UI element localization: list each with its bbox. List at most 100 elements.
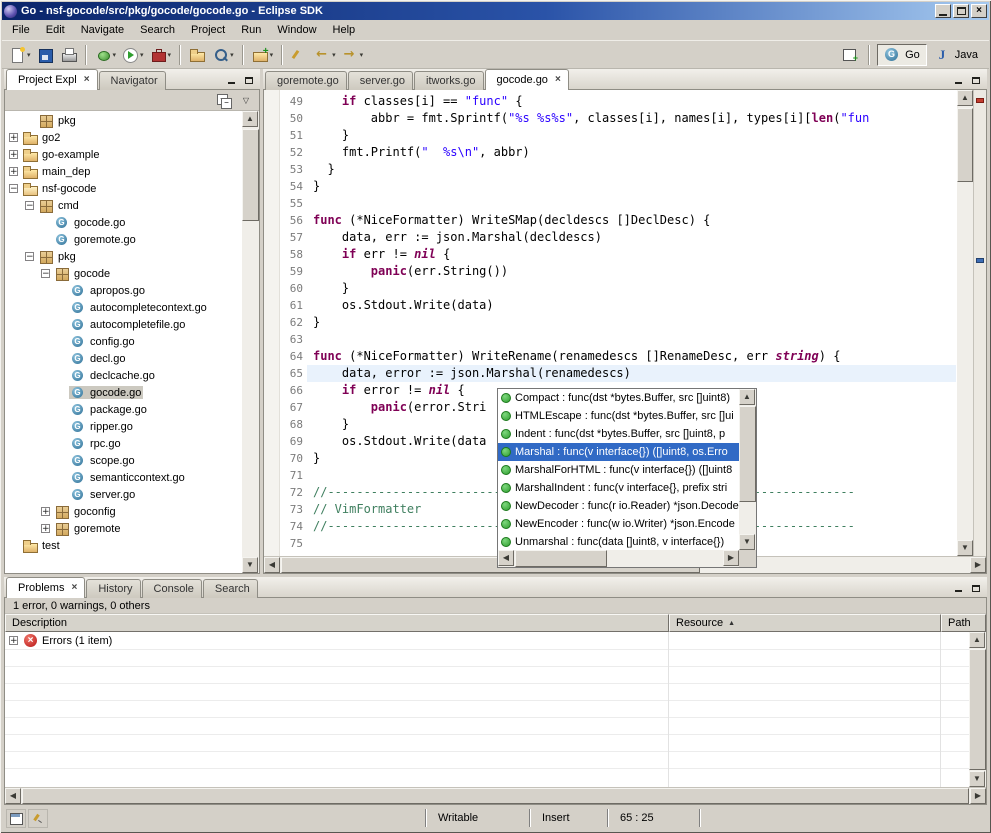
expand-icon[interactable]: + xyxy=(9,167,18,176)
column-header-description[interactable]: Description xyxy=(5,614,669,632)
titlebar[interactable]: Go - nsf-gocode/src/pkg/gocode/gocode.go… xyxy=(2,2,989,20)
tree-item-apropos-go[interactable]: apropos.go xyxy=(5,282,242,299)
dropdown-arrow-icon[interactable]: ▾ xyxy=(168,51,172,59)
fast-view-button[interactable] xyxy=(6,809,26,828)
tree-item-gocode-go[interactable]: gocode.go xyxy=(5,384,242,401)
autocomplete-item[interactable]: MarshalIndent : func(v interface{}, pref… xyxy=(498,479,739,497)
scrollbar-thumb[interactable] xyxy=(969,649,986,770)
tree-item-server-go[interactable]: server.go xyxy=(5,486,242,503)
menu-run[interactable]: Run xyxy=(233,21,269,39)
dropdown-arrow-icon[interactable]: ▾ xyxy=(113,51,117,59)
dropdown-arrow-icon[interactable]: ▾ xyxy=(230,51,234,59)
editor-tab-itworks-go[interactable]: itworks.go xyxy=(414,71,484,90)
tree-item-pkg[interactable]: pkg xyxy=(5,112,242,129)
menu-help[interactable]: Help xyxy=(325,21,364,39)
tree-item-autocompletecontext-go[interactable]: autocompletecontext.go xyxy=(5,299,242,316)
column-header-resource[interactable]: Resource▲ xyxy=(669,614,941,632)
tree-item-nsf-gocode[interactable]: −nsf-gocode xyxy=(5,180,242,197)
tree-item-gocode-go[interactable]: gocode.go xyxy=(5,214,242,231)
search-button[interactable]: ▾ xyxy=(209,44,237,66)
pin-editor-button[interactable] xyxy=(28,809,48,828)
perspective-go[interactable]: Go xyxy=(877,44,927,66)
tree-item-gocode[interactable]: −gocode xyxy=(5,265,242,282)
tree-item-goremote[interactable]: +goremote xyxy=(5,520,242,537)
open-resource-button[interactable] xyxy=(186,44,209,66)
maximize-button[interactable] xyxy=(953,4,969,18)
back-button[interactable]: ▾ xyxy=(311,44,339,66)
view-tab-project-expl[interactable]: Project Expl× xyxy=(6,69,98,90)
dropdown-arrow-icon[interactable]: ▾ xyxy=(332,51,336,59)
tree-item-scope-go[interactable]: scope.go xyxy=(5,452,242,469)
overview-ruler[interactable] xyxy=(973,90,986,556)
problems-horizontal-scrollbar[interactable]: ◀ ▶ xyxy=(5,787,986,804)
view-tab-search[interactable]: Search xyxy=(203,579,258,598)
view-tab-problems[interactable]: Problems× xyxy=(6,577,85,598)
tree-item-test[interactable]: test xyxy=(5,537,242,554)
problems-row[interactable]: +Errors (1 item) xyxy=(5,632,969,650)
autocomplete-item[interactable]: Indent : func(dst *bytes.Buffer, src []u… xyxy=(498,425,739,443)
editor-tab-gocode-go[interactable]: gocode.go× xyxy=(485,69,569,90)
expand-icon[interactable]: + xyxy=(9,150,18,159)
tree-item-package-go[interactable]: package.go xyxy=(5,401,242,418)
view-tab-console[interactable]: Console xyxy=(142,579,202,598)
dropdown-arrow-icon[interactable]: ▾ xyxy=(270,51,274,59)
tree-item-ripper-go[interactable]: ripper.go xyxy=(5,418,242,435)
scrollbar-thumb[interactable] xyxy=(242,129,259,221)
autocomplete-item[interactable]: MarshalForHTML : func(v interface{}) ([]… xyxy=(498,461,739,479)
view-menu-button[interactable]: ▽ xyxy=(237,92,255,109)
save-button[interactable] xyxy=(34,44,57,66)
line-number-ruler[interactable]: 4950515253545556575859606162636465666768… xyxy=(281,90,307,556)
tree-item-cmd[interactable]: −cmd xyxy=(5,197,242,214)
autocomplete-item[interactable]: Compact : func(dst *bytes.Buffer, src []… xyxy=(498,389,739,407)
dropdown-arrow-icon[interactable]: ▾ xyxy=(140,51,144,59)
close-tab-icon[interactable]: × xyxy=(555,75,561,85)
dropdown-arrow-icon[interactable]: ▾ xyxy=(27,51,31,59)
dropdown-arrow-icon[interactable]: ▾ xyxy=(360,51,364,59)
minimize-editor-button[interactable] xyxy=(949,72,967,88)
tree-item-autocompletefile-go[interactable]: autocompletefile.go xyxy=(5,316,242,333)
expand-icon[interactable]: + xyxy=(9,636,18,645)
maximize-problems-button[interactable] xyxy=(967,580,985,596)
autocomplete-horizontal-scrollbar[interactable]: ◀ ▶ xyxy=(498,550,739,567)
debug-button[interactable]: ▾ xyxy=(92,44,120,66)
scrollbar-thumb[interactable] xyxy=(22,788,969,804)
print-button[interactable] xyxy=(57,44,80,66)
view-tab-navigator[interactable]: Navigator xyxy=(99,71,166,90)
autocomplete-item[interactable]: NewDecoder : func(r io.Reader) *json.Dec… xyxy=(498,497,739,515)
run-button[interactable]: ▾ xyxy=(119,44,147,66)
menu-file[interactable]: File xyxy=(4,21,38,39)
expand-icon[interactable]: + xyxy=(9,133,18,142)
autocomplete-item[interactable]: Unmarshal : func(data []uint8, v interfa… xyxy=(498,533,739,550)
tree-vertical-scrollbar[interactable]: ▲ ▼ xyxy=(242,111,259,573)
editor-tab-goremote-go[interactable]: goremote.go xyxy=(265,71,347,90)
external-tools-button[interactable]: ▾ xyxy=(147,44,175,66)
tree-item-decl-go[interactable]: decl.go xyxy=(5,350,242,367)
new-package-button[interactable]: ▾ xyxy=(249,44,277,66)
minimize-view-button[interactable] xyxy=(222,72,240,88)
autocomplete-item[interactable]: HTMLEscape : func(dst *bytes.Buffer, src… xyxy=(498,407,739,425)
tree-item-semanticcontext-go[interactable]: semanticcontext.go xyxy=(5,469,242,486)
collapse-icon[interactable]: − xyxy=(41,269,50,278)
open-perspective-button[interactable] xyxy=(838,44,861,66)
perspective-java[interactable]: Java xyxy=(927,44,985,66)
annotation-ruler[interactable] xyxy=(264,90,280,556)
tree-item-goremote-go[interactable]: goremote.go xyxy=(5,231,242,248)
tree-item-declcache-go[interactable]: declcache.go xyxy=(5,367,242,384)
tree-item-rpc-go[interactable]: rpc.go xyxy=(5,435,242,452)
column-header-path[interactable]: Path xyxy=(941,614,986,632)
view-tab-history[interactable]: History xyxy=(86,579,140,598)
maximize-editor-button[interactable] xyxy=(967,72,985,88)
occurrence-marker-icon[interactable] xyxy=(976,258,984,263)
error-marker-icon[interactable] xyxy=(976,98,984,103)
close-tab-icon[interactable]: × xyxy=(71,583,77,593)
tree-item-config-go[interactable]: config.go xyxy=(5,333,242,350)
menu-project[interactable]: Project xyxy=(183,21,233,39)
autocomplete-vertical-scrollbar[interactable]: ▲ ▼ xyxy=(739,389,756,550)
menu-window[interactable]: Window xyxy=(269,21,324,39)
close-button[interactable]: × xyxy=(971,4,987,18)
maximize-view-button[interactable] xyxy=(240,72,258,88)
last-edit-location-button[interactable] xyxy=(288,44,311,66)
close-tab-icon[interactable]: × xyxy=(84,75,90,85)
tree-item-go2[interactable]: +go2 xyxy=(5,129,242,146)
scrollbar-thumb[interactable] xyxy=(957,108,973,182)
